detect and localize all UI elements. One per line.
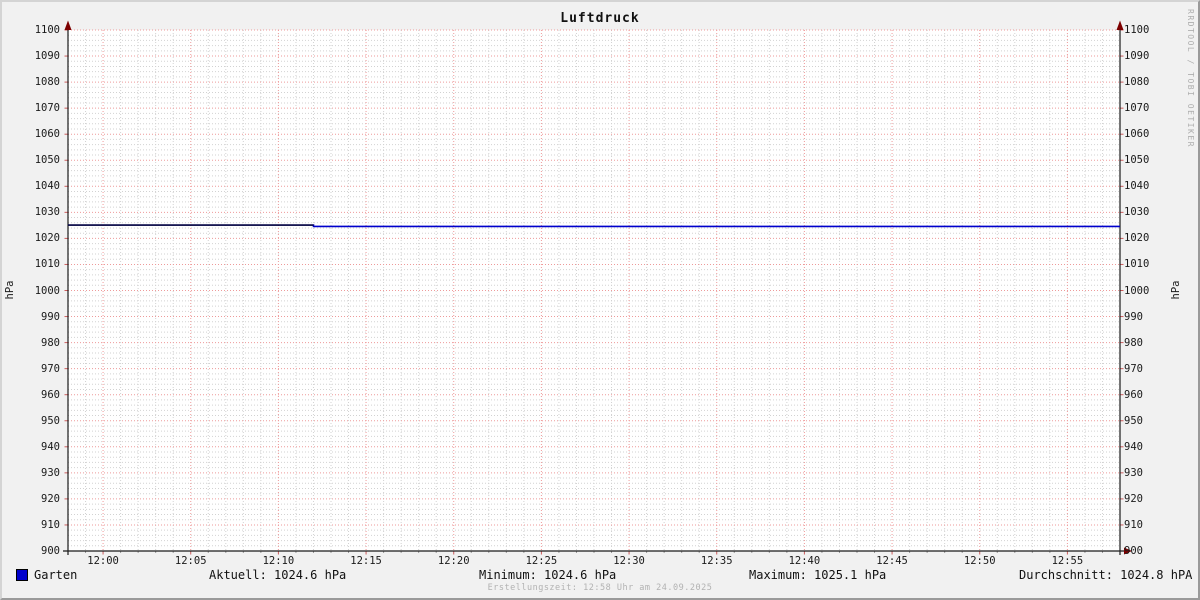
y-tick-label-right: 990: [1124, 310, 1143, 323]
y-tick-label-right: 950: [1124, 414, 1143, 427]
y-tick-label-right: 1000: [1124, 284, 1150, 297]
y-tick-label-left: 1090: [34, 50, 60, 63]
y-tick-label-left: 970: [41, 362, 60, 375]
series-label: Garten: [34, 568, 78, 582]
y-tick-label-left: 910: [41, 518, 60, 531]
y-tick-label-left: 1100: [34, 24, 60, 36]
y-tick-label-right: 1090: [1124, 50, 1150, 63]
y-tick-label-left: 1020: [34, 232, 60, 245]
y-tick-label-left: 950: [41, 414, 60, 427]
y-tick-label-left: 1080: [34, 76, 60, 89]
y-tick-label-left: 1040: [34, 180, 60, 193]
y-tick-label-left: 940: [41, 440, 60, 453]
y-tick-label-right: 920: [1124, 492, 1143, 505]
x-tick-label: 12:45: [876, 555, 908, 567]
y-tick-label-right: 1080: [1124, 76, 1150, 89]
pressure-chart-canvas: [63, 20, 1132, 555]
y-tick-label-right: 970: [1124, 362, 1143, 375]
stat-maximum: Maximum: 1025.1 hPa: [749, 568, 887, 582]
y-tick-label-right: 1100: [1124, 24, 1150, 36]
stat-minimum: Minimum: 1024.6 hPa: [479, 568, 617, 582]
y-tick-label-right: 960: [1124, 388, 1143, 401]
y-tick-label-right: 1030: [1124, 206, 1150, 219]
y-tick-label-left: 1000: [34, 284, 60, 297]
x-tick-label: 12:55: [1051, 555, 1084, 567]
x-tick-label: 12:30: [613, 555, 645, 567]
x-tick-label: 12:05: [174, 555, 207, 567]
x-tick-label: 12:00: [87, 555, 119, 567]
stat-average: Durchschnitt: 1024.8 hPA: [1019, 568, 1193, 582]
y-tick-label-left: 960: [41, 388, 60, 401]
creation-timestamp: Erstellungszeit: 12:58 Uhr am 24.09.2025: [487, 583, 713, 593]
y-tick-label-right: 1040: [1124, 180, 1150, 193]
y-tick-label-left: 920: [41, 492, 60, 505]
rrdtool-watermark: RRDTOOL / TOBI OETIKER: [1186, 9, 1195, 148]
series-color-swatch: [16, 569, 28, 581]
chart-title: Luftdruck: [560, 11, 640, 26]
x-tick-label: 12:50: [963, 555, 996, 567]
y-tick-label-right: 1060: [1124, 128, 1150, 141]
y-tick-label-left: 1050: [34, 154, 60, 167]
x-tick-label: 12:15: [350, 555, 382, 567]
x-tick-label: 12:25: [525, 555, 558, 567]
y-tick-label-right: 1020: [1124, 232, 1150, 245]
x-tick-label: 12:35: [700, 555, 733, 567]
y-tick-label-right: 980: [1124, 336, 1143, 349]
y-tick-label-right: 1050: [1124, 154, 1150, 167]
y-tick-label-right: 940: [1124, 440, 1143, 453]
x-tick-label: 12:40: [788, 555, 821, 567]
y-tick-label-left: 1010: [34, 258, 60, 271]
y-tick-label-left: 1060: [34, 128, 60, 141]
y-tick-label-left: 980: [41, 336, 60, 349]
rrdtool-graph: Luftdruck hPa hPa RRDTOOL / TOBI OETIKER…: [0, 0, 1200, 600]
y-tick-label-left: 930: [41, 466, 60, 479]
legend-series-garten: Garten: [16, 568, 77, 582]
stat-current: Aktuell: 1024.6 hPa: [209, 568, 347, 582]
y-tick-label-right: 930: [1124, 466, 1143, 479]
x-tick-label: 12:10: [262, 555, 295, 567]
y-tick-label-right: 1010: [1124, 258, 1150, 271]
y-tick-label-right: 900: [1124, 545, 1143, 557]
y-tick-label-left: 990: [41, 310, 60, 323]
y-tick-label-left: 1030: [34, 206, 60, 219]
y-tick-label-right: 1070: [1124, 102, 1150, 115]
y-tick-label-left: 1070: [34, 102, 60, 115]
x-tick-label: 12:20: [437, 555, 470, 567]
y-tick-label-right: 910: [1124, 518, 1143, 531]
y-tick-label-left: 900: [41, 545, 60, 557]
